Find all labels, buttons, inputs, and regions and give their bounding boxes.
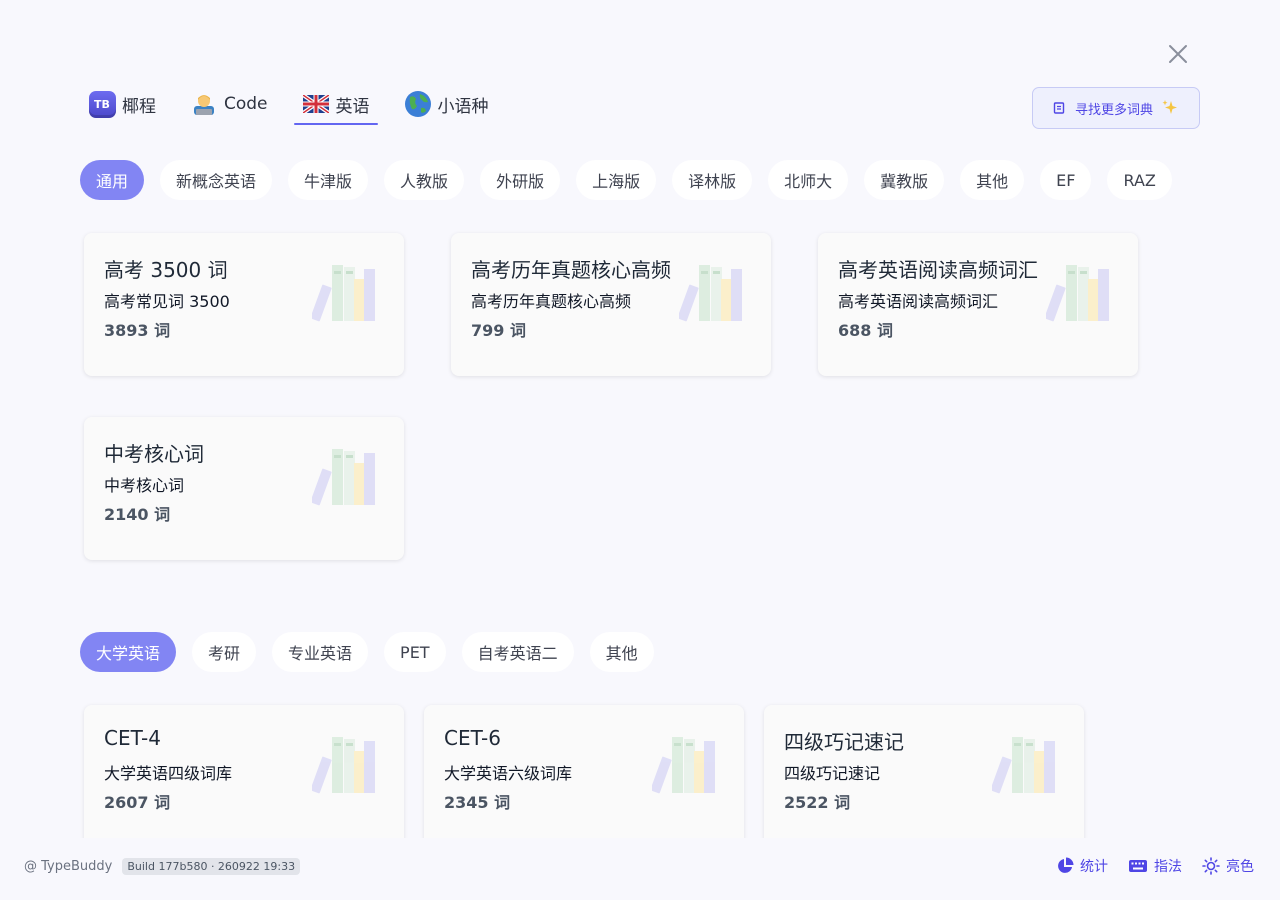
card-title: CET-6 (444, 726, 501, 750)
close-button[interactable] (1166, 42, 1190, 66)
chip-professional-english[interactable]: 专业英语 (272, 632, 369, 672)
dictionary-card[interactable]: 高考 3500 词 高考常见词 3500 3893 词 (84, 233, 404, 376)
chip-other[interactable]: 其他 (589, 632, 654, 672)
chip-oxford[interactable]: 牛津版 (288, 160, 369, 200)
globe-icon (404, 90, 432, 118)
card-title: 四级巧记速记 (784, 730, 904, 754)
find-more-dictionaries-button[interactable]: 寻找更多词典 (1032, 87, 1200, 129)
card-word-count: 688 词 (838, 321, 893, 340)
book-icon (1053, 102, 1065, 114)
books-icon (310, 263, 378, 327)
technologist-emoji-icon (190, 90, 218, 118)
tab-minor-languages[interactable]: 小语种 (396, 84, 497, 124)
card-subtitle: 高考常见词 3500 (104, 292, 230, 311)
theme-toggle-button[interactable]: 亮色 (1202, 856, 1254, 876)
card-word-count: 2140 词 (104, 505, 171, 524)
tab-code[interactable]: Code (182, 84, 276, 124)
chip-other[interactable]: 其他 (960, 160, 1025, 200)
footer-right: 统计 指法 亮色 (1036, 856, 1254, 876)
chip-general[interactable]: 通用 (80, 160, 145, 200)
close-icon (1169, 45, 1187, 63)
chip-fltrp[interactable]: 外研版 (480, 160, 561, 200)
college-filter-chips: 大学英语 考研 专业英语 PET 自考英语二 其他 (80, 632, 670, 672)
books-icon (1044, 263, 1112, 327)
card-title: 中考核心词 (104, 442, 204, 466)
dictionary-category-tabs: TB 椰程 Code 英语 小语种 (88, 84, 515, 128)
brand-label: @ TypeBuddy (24, 859, 113, 874)
chip-pet[interactable]: PET (384, 632, 446, 672)
build-badge: Build 177b580 · 260922 19:33 (122, 858, 301, 875)
card-word-count: 2607 词 (104, 793, 171, 812)
keyboard-icon (1129, 860, 1147, 872)
chip-bnu[interactable]: 北师大 (768, 160, 849, 200)
chip-shanghai[interactable]: 上海版 (576, 160, 657, 200)
theme-label: 亮色 (1226, 859, 1254, 875)
k12-filter-chips: 通用 新概念英语 牛津版 人教版 外研版 上海版 译林版 北师大 冀教版 其他 … (80, 160, 1188, 200)
card-title: 高考 3500 词 (104, 258, 228, 282)
uk-flag-icon (302, 90, 330, 118)
stats-label: 统计 (1080, 859, 1108, 875)
dictionary-card[interactable]: 四级巧记速记 四级巧记速记 2522 词 (764, 705, 1084, 848)
books-icon (677, 263, 745, 327)
dictionary-card[interactable]: 高考历年真题核心高频 高考历年真题核心高频 799 词 (451, 233, 771, 376)
card-title: CET-4 (104, 726, 161, 750)
fingering-button[interactable]: 指法 (1128, 856, 1182, 876)
chip-jijiao[interactable]: 冀教版 (864, 160, 945, 200)
card-subtitle: 四级巧记速记 (784, 764, 881, 783)
tab-label: 英语 (335, 96, 370, 117)
books-icon (990, 735, 1058, 799)
footer-left: @ TypeBuddy Build 177b580 · 260922 19:33 (24, 858, 301, 875)
books-icon (650, 735, 718, 799)
tb-logo-text: TB (88, 90, 116, 118)
card-title: 高考英语阅读高频词汇 (838, 258, 1038, 282)
tab-label: Code (224, 94, 268, 114)
books-icon (310, 735, 378, 799)
stats-button[interactable]: 统计 (1056, 856, 1108, 876)
dictionary-card[interactable]: 高考英语阅读高频词汇 高考英语阅读高频词汇 688 词 (818, 233, 1138, 376)
tb-logo-icon: TB (88, 90, 116, 118)
card-word-count: 799 词 (471, 321, 526, 340)
chip-college-english[interactable]: 大学英语 (80, 632, 177, 672)
tab-label: 椰程 (122, 96, 156, 117)
pie-chart-icon (1058, 857, 1074, 873)
find-more-label: 寻找更多词典 (1074, 102, 1153, 118)
card-word-count: 3893 词 (104, 321, 171, 340)
chip-self-study-english-2[interactable]: 自考英语二 (461, 632, 574, 672)
chip-raz[interactable]: RAZ (1107, 160, 1172, 200)
chip-new-concept[interactable]: 新概念英语 (160, 160, 273, 200)
chip-ef[interactable]: EF (1040, 160, 1092, 200)
card-title: 高考历年真题核心高频 (471, 258, 671, 282)
tab-label: 小语种 (437, 96, 489, 117)
tab-yecheng[interactable]: TB 椰程 (88, 84, 164, 124)
dictionary-card[interactable]: 中考核心词 中考核心词 2140 词 (84, 417, 404, 560)
card-subtitle: 高考历年真题核心高频 (471, 292, 632, 311)
chip-postgraduate[interactable]: 考研 (192, 632, 257, 672)
card-word-count: 2522 词 (784, 793, 851, 812)
dictionary-card[interactable]: CET-4 大学英语四级词库 2607 词 (84, 705, 404, 848)
chip-yilin[interactable]: 译林版 (672, 160, 753, 200)
card-word-count: 2345 词 (444, 793, 511, 812)
card-subtitle: 大学英语六级词库 (444, 764, 573, 783)
books-icon (310, 447, 378, 511)
fingering-label: 指法 (1154, 859, 1182, 875)
card-subtitle: 大学英语四级词库 (104, 764, 233, 783)
sparkles-icon (1161, 99, 1179, 117)
chip-pep[interactable]: 人教版 (384, 160, 465, 200)
card-subtitle: 高考英语阅读高频词汇 (838, 292, 999, 311)
tab-english[interactable]: 英语 (293, 84, 378, 125)
card-subtitle: 中考核心词 (104, 476, 185, 495)
dictionary-card[interactable]: CET-6 大学英语六级词库 2345 词 (424, 705, 744, 848)
sun-icon (1202, 857, 1220, 875)
